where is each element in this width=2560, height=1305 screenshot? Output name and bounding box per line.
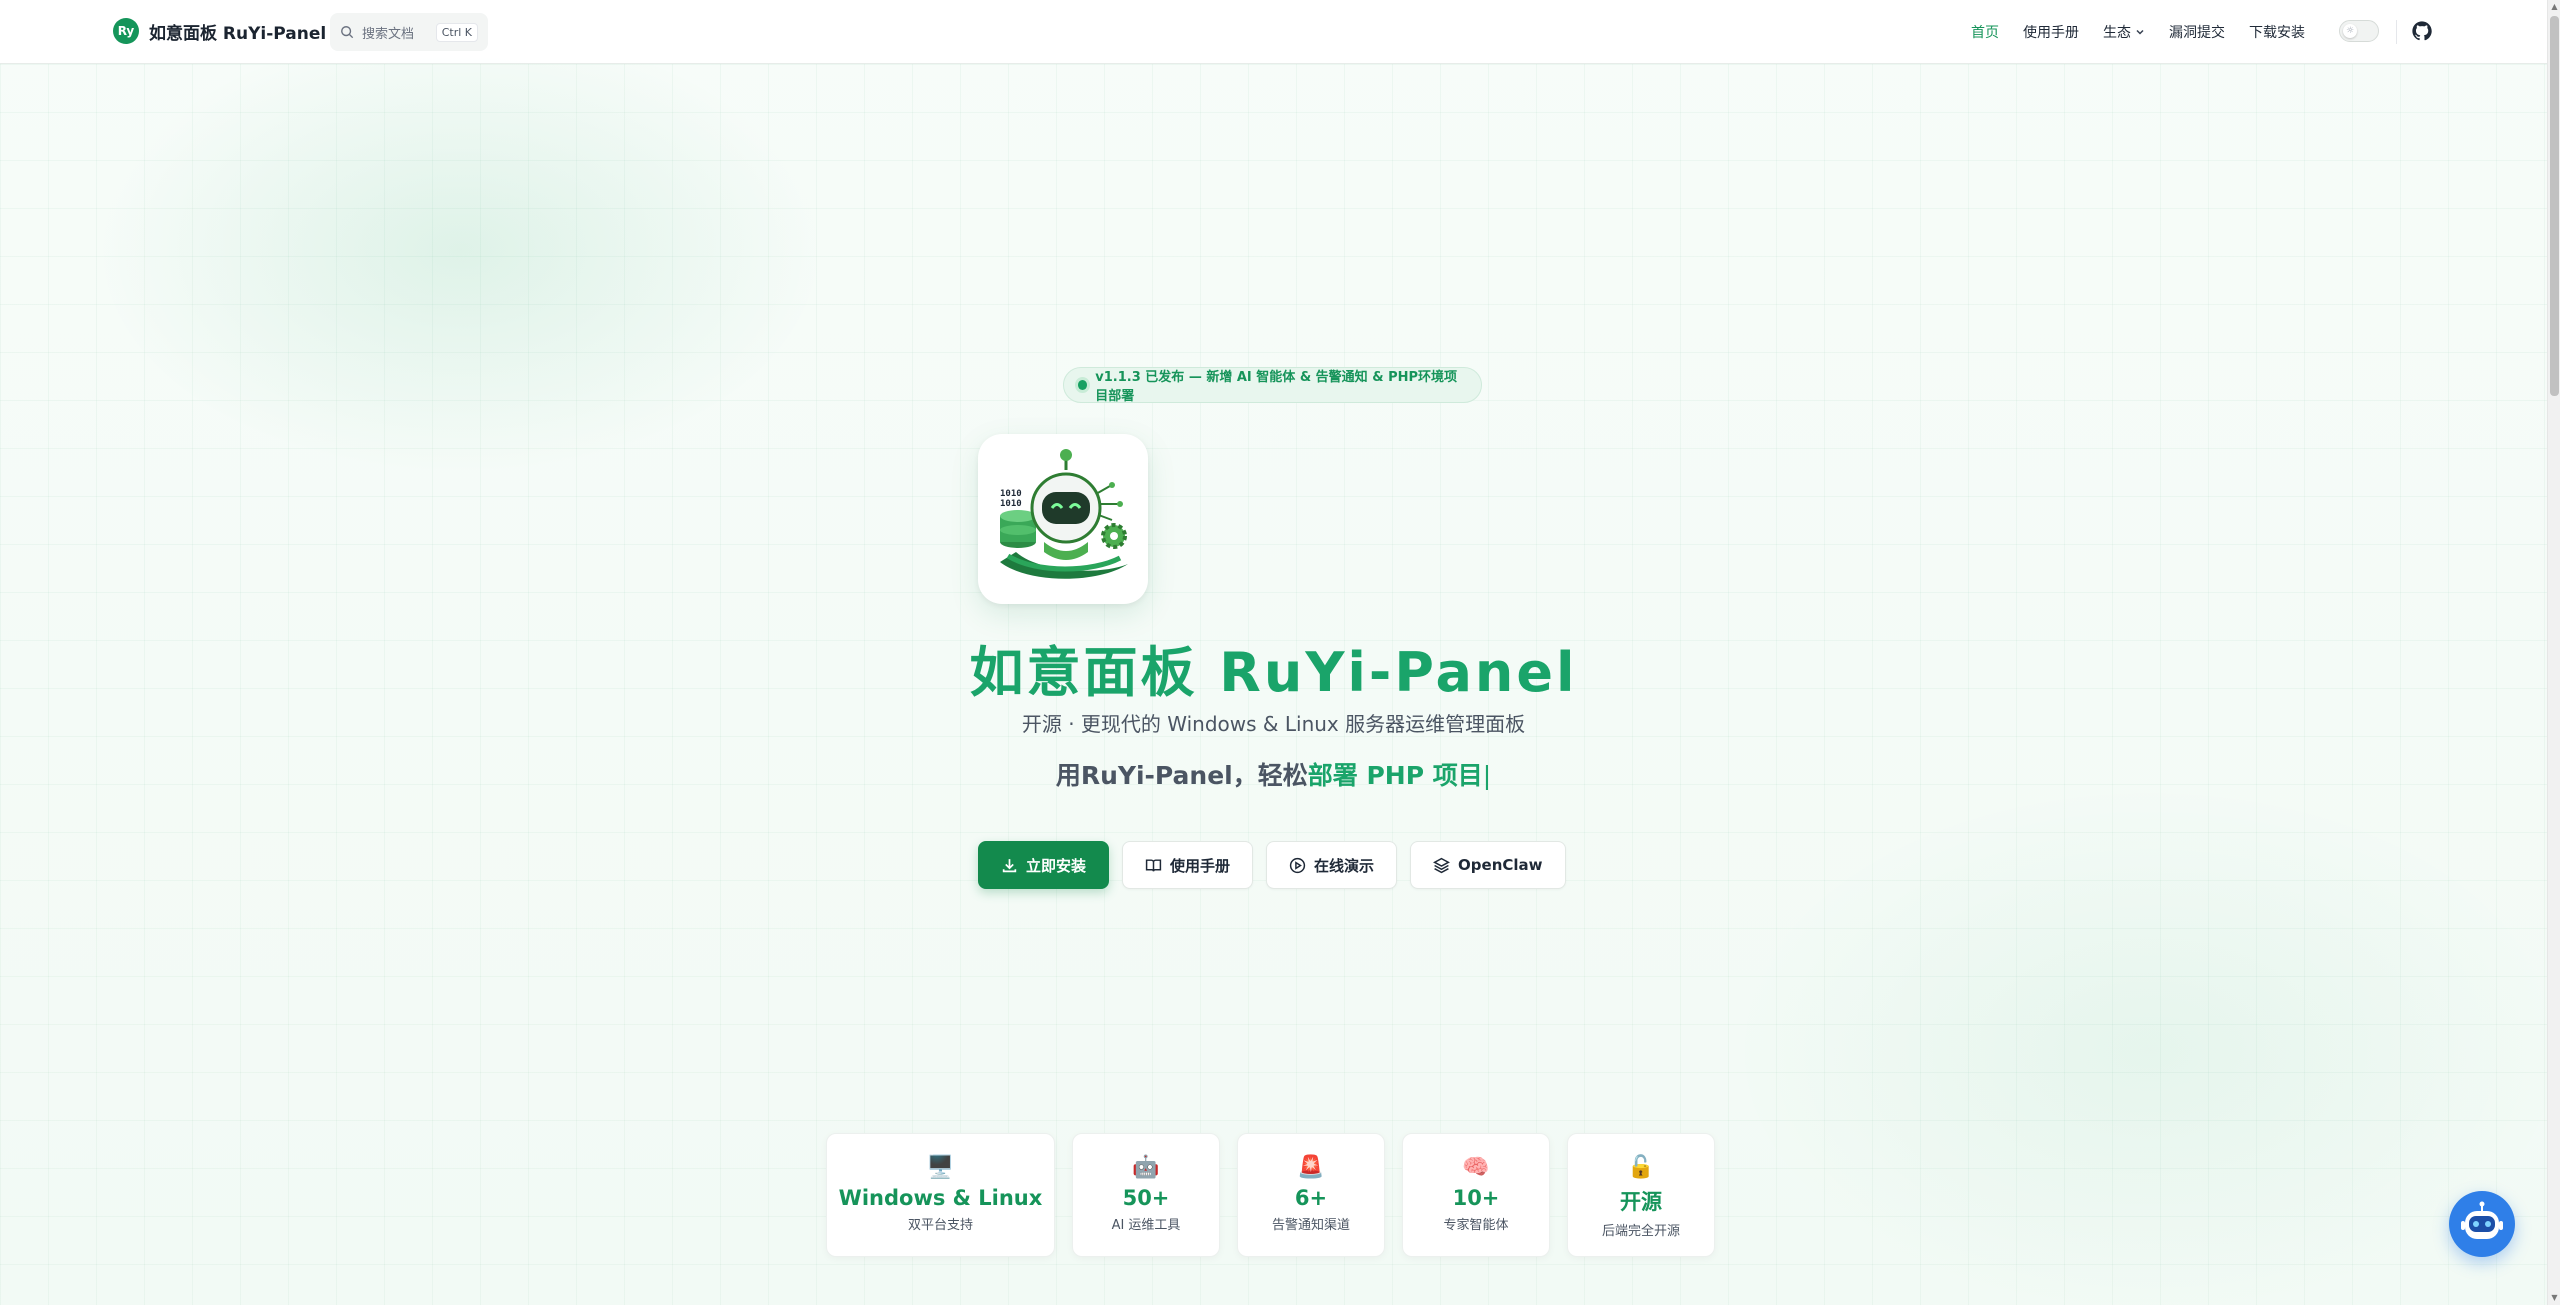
- tagline-highlight: 部署 PHP 项目: [1307, 761, 1483, 790]
- nav-link-download[interactable]: 下载安装: [2237, 22, 2317, 42]
- feature-stats: 🖥️ Windows & Linux 双平台支持 🤖 50+ AI 运维工具 🚨…: [826, 1133, 1715, 1257]
- stat-card-ai-tools: 🤖 50+ AI 运维工具: [1072, 1133, 1220, 1257]
- search-placeholder: 搜索文档: [362, 26, 415, 42]
- search-box[interactable]: 搜索文档 Ctrl K: [330, 13, 488, 51]
- siren-icon: 🚨: [1297, 1155, 1325, 1180]
- ai-assistant-button[interactable]: [2449, 1191, 2515, 1257]
- nav-link-ecosystem[interactable]: 生态: [2091, 22, 2157, 42]
- svg-text:1010: 1010: [1000, 489, 1022, 499]
- unlock-icon: 🔓: [1627, 1155, 1655, 1180]
- search-shortcut: Ctrl K: [435, 22, 478, 42]
- nav-link-manual[interactable]: 使用手册: [2011, 22, 2091, 42]
- svg-text:1010: 1010: [1000, 499, 1022, 509]
- brand-link[interactable]: Ry 如意面板 RuYi-Panel: [113, 18, 326, 44]
- stat-value: 6+: [1294, 1186, 1328, 1210]
- release-badge[interactable]: v1.1.3 已发布 — 新增 AI 智能体 & 告警通知 & PHP环境项目部…: [1063, 367, 1482, 404]
- hero-actions: 立即安装 使用手册 在线演示 OpenClaw: [978, 841, 1566, 889]
- brand-name: 如意面板 RuYi-Panel: [149, 23, 327, 44]
- stat-value: 50+: [1122, 1186, 1170, 1210]
- stat-value: 开源: [1620, 1190, 1662, 1214]
- stat-card-open-source: 🔓 开源 后端完全开源: [1567, 1133, 1715, 1257]
- stat-label: 专家智能体: [1443, 1218, 1509, 1233]
- chevron-down-icon: [2136, 29, 2144, 35]
- scroll-up-icon[interactable]: ▲: [2550, 2, 2559, 12]
- hero-tagline: 用RuYi-Panel，轻松部署 PHP 项目|: [0, 756, 2547, 792]
- nav-link-label: 生态: [2103, 25, 2131, 41]
- demo-button[interactable]: 在线演示: [1266, 841, 1398, 889]
- hero-logo: 1010 1010: [978, 434, 1148, 604]
- search-icon: [341, 26, 354, 39]
- status-dot-icon: [1078, 380, 1088, 390]
- hero-subtitle: 开源 · 更现代的 Windows & Linux 服务器运维管理面板: [1021, 712, 1526, 736]
- typing-caret: |: [1482, 761, 1492, 790]
- stat-label: 告警通知渠道: [1271, 1218, 1350, 1233]
- nav-link-label: 下载安装: [2249, 25, 2305, 41]
- manual-button[interactable]: 使用手册: [1122, 841, 1254, 889]
- nav-divider: [2396, 20, 2397, 44]
- brain-icon: 🧠: [1462, 1155, 1490, 1180]
- release-badge-text: v1.1.3 已发布 — 新增 AI 智能体 & 告警通知 & PHP环境项目部…: [1095, 370, 1458, 404]
- stat-value: 10+: [1452, 1186, 1500, 1210]
- theme-toggle[interactable]: ☼: [2339, 20, 2379, 42]
- brand-logo-icon: Ry: [113, 18, 139, 44]
- top-navbar: Ry 如意面板 RuYi-Panel 搜索文档 Ctrl K 首页 使用手册 生…: [0, 0, 2547, 64]
- nav-link-vulnerability[interactable]: 漏洞提交: [2157, 22, 2237, 42]
- nav-link-label: 漏洞提交: [2169, 25, 2225, 41]
- github-icon[interactable]: [2411, 20, 2433, 42]
- layers-icon: [1433, 857, 1451, 873]
- nav-menu: 首页 使用手册 生态 漏洞提交 下载安装: [1959, 0, 2317, 64]
- stat-label: 后端完全开源: [1601, 1224, 1680, 1239]
- stat-label: AI 运维工具: [1111, 1218, 1181, 1233]
- stat-card-agents: 🧠 10+ 专家智能体: [1402, 1133, 1550, 1257]
- manual-button-label: 使用手册: [1170, 856, 1231, 875]
- scrollbar-thumb[interactable]: [2550, 16, 2559, 396]
- robot-face-icon: [2461, 1201, 2503, 1239]
- openclaw-button[interactable]: OpenClaw: [1410, 841, 1566, 889]
- robot-icon: 🤖: [1132, 1155, 1160, 1180]
- page-scrollbar[interactable]: ▲ ▼: [2547, 0, 2560, 1305]
- monitor-icon: 🖥️: [926, 1155, 955, 1180]
- nav-link-home[interactable]: 首页: [1959, 22, 2011, 42]
- tagline-prefix: 用RuYi-Panel，轻松: [1055, 761, 1308, 790]
- scroll-down-icon[interactable]: ▼: [2550, 1293, 2559, 1303]
- stat-value: Windows & Linux: [838, 1186, 1043, 1210]
- nav-link-label: 使用手册: [2023, 25, 2079, 41]
- nav-link-label: 首页: [1971, 25, 1999, 41]
- openclaw-button-label: OpenClaw: [1458, 856, 1543, 874]
- stat-card-alerts: 🚨 6+ 告警通知渠道: [1237, 1133, 1385, 1257]
- sun-icon: ☼: [2343, 24, 2357, 38]
- stat-label: 双平台支持: [907, 1218, 973, 1233]
- robot-mascot-icon: 1010 1010: [1000, 449, 1128, 579]
- hero-title: 如意面板 RuYi-Panel: [969, 641, 1578, 704]
- book-icon: [1145, 858, 1162, 871]
- download-icon: [1002, 858, 1017, 872]
- play-circle-icon: [1289, 857, 1306, 873]
- demo-button-label: 在线演示: [1314, 856, 1375, 875]
- stat-card-platform: 🖥️ Windows & Linux 双平台支持: [826, 1133, 1055, 1257]
- install-button[interactable]: 立即安装: [978, 841, 1110, 889]
- install-button-label: 立即安装: [1026, 856, 1087, 875]
